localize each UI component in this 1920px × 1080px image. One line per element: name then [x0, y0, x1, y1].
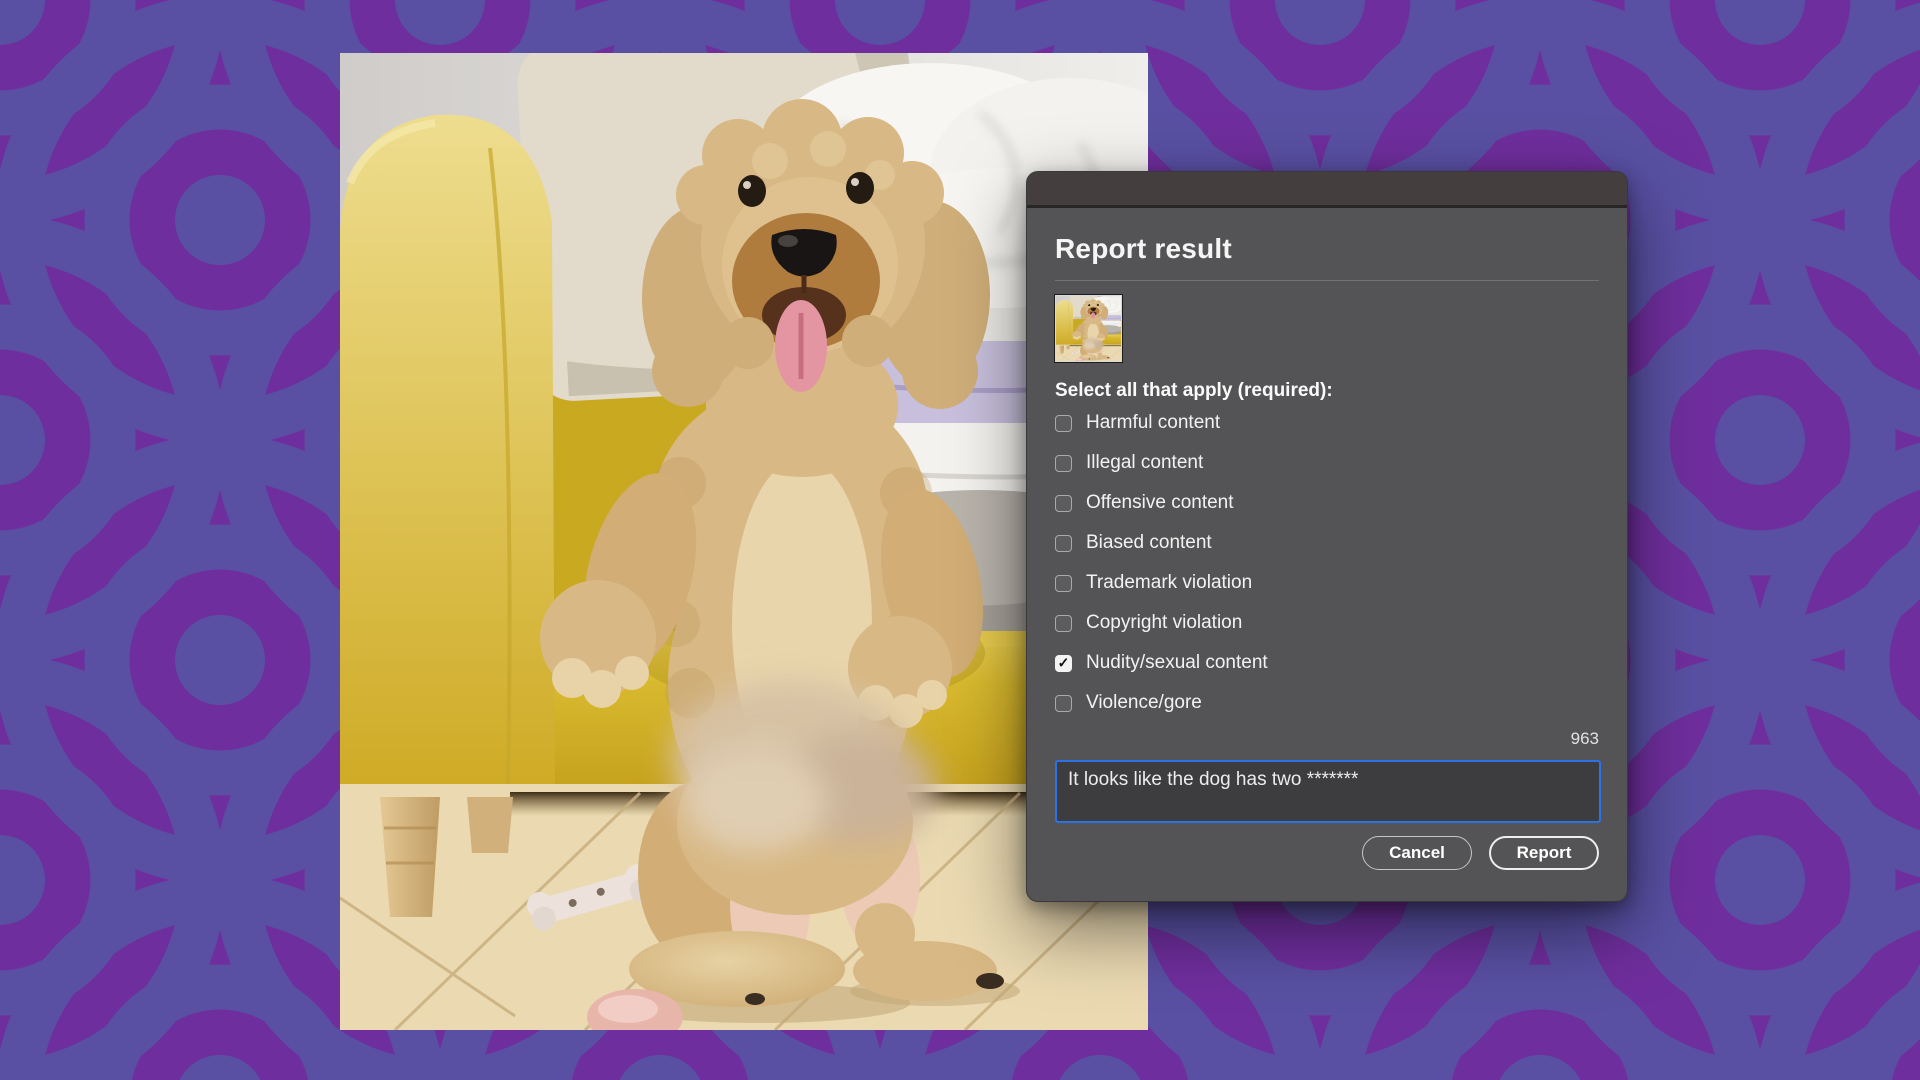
checkbox-label: Trademark violation: [1086, 572, 1252, 594]
checkbox-row-trademark-violation[interactable]: ✓ Trademark violation: [1055, 563, 1599, 603]
checkbox-row-copyright-violation[interactable]: ✓ Copyright violation: [1055, 603, 1599, 643]
checkbox[interactable]: ✓: [1055, 455, 1072, 472]
checkbox[interactable]: ✓: [1055, 575, 1072, 592]
checkbox-row-illegal-content[interactable]: ✓ Illegal content: [1055, 443, 1599, 483]
divider: [1055, 280, 1599, 281]
checkbox[interactable]: ✓: [1055, 655, 1072, 672]
report-comment-input[interactable]: It looks like the dog has two *******: [1055, 760, 1601, 823]
report-thumbnail: [1055, 295, 1122, 362]
dialog-titlebar-drag-handle[interactable]: [1027, 172, 1627, 208]
cancel-button[interactable]: Cancel: [1362, 836, 1472, 870]
checkbox-label: Offensive content: [1086, 492, 1234, 514]
checkbox-label: Illegal content: [1086, 452, 1203, 474]
checkbox-row-offensive-content[interactable]: ✓ Offensive content: [1055, 483, 1599, 523]
checkbox[interactable]: ✓: [1055, 615, 1072, 632]
screen: Report result Select all that apply (req…: [0, 0, 1920, 1080]
checkbox[interactable]: ✓: [1055, 695, 1072, 712]
report-dialog: Report result Select all that apply (req…: [1026, 171, 1628, 902]
checkbox-row-harmful-content[interactable]: ✓ Harmful content: [1055, 403, 1599, 443]
dialog-footer: Cancel Report: [1055, 836, 1599, 870]
checkbox[interactable]: ✓: [1055, 495, 1072, 512]
instruction-label: Select all that apply (required):: [1055, 379, 1599, 403]
report-button[interactable]: Report: [1489, 836, 1599, 870]
dialog-title: Report result: [1055, 232, 1599, 266]
checkbox-row-nudity-sexual-content[interactable]: ✓ Nudity/sexual content: [1055, 643, 1599, 683]
checkbox[interactable]: ✓: [1055, 415, 1072, 432]
checkbox-label: Harmful content: [1086, 412, 1220, 434]
report-thumbnail-image: [1056, 296, 1121, 361]
checkmark-icon: ✓: [1058, 656, 1070, 670]
checkbox-label: Biased content: [1086, 532, 1212, 554]
checkbox-label: Copyright violation: [1086, 612, 1242, 634]
checkbox-row-biased-content[interactable]: ✓ Biased content: [1055, 523, 1599, 563]
checkbox-label: Violence/gore: [1086, 692, 1202, 714]
checkbox-label: Nudity/sexual content: [1086, 652, 1268, 674]
checkbox-row-violence-gore[interactable]: ✓ Violence/gore: [1055, 683, 1599, 723]
report-reason-list: ✓ Harmful content ✓ Illegal content ✓ Of…: [1055, 403, 1599, 723]
character-counter: 963: [1055, 729, 1599, 749]
checkbox[interactable]: ✓: [1055, 535, 1072, 552]
